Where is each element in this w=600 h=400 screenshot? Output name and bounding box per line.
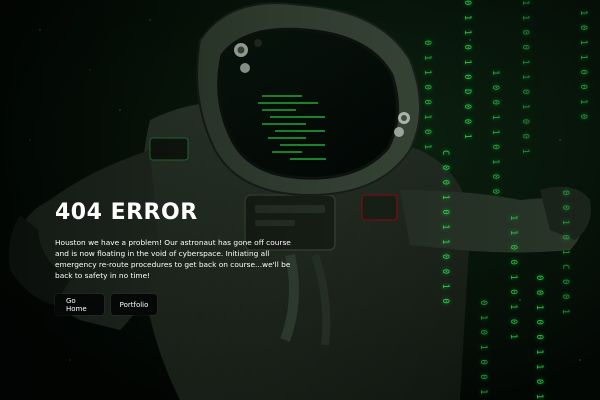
matrix-column: C 0 0 1 0 1 1 0 0 1 0 bbox=[440, 150, 450, 306]
matrix-column: 0 1 0 1 0 0 1 1 bbox=[478, 300, 488, 400]
error-message: Houston we have a problem! Our astronaut… bbox=[55, 238, 291, 280]
go-home-button[interactable]: Go Home bbox=[55, 294, 104, 315]
matrix-column: 1 0 1 1 0 0 1 0 bbox=[578, 10, 588, 122]
matrix-column: 1 0 0 1 1 0 1 0 0 bbox=[490, 70, 500, 197]
matrix-column: 0 1 1 0 0 1 0 1 bbox=[422, 40, 432, 152]
matrix-column: 1 1 0 0 1 1 0 1 0 0 1 bbox=[520, 0, 530, 156]
matrix-column: 0 0 1 0 1 C 0 0 1 bbox=[560, 190, 570, 317]
error-page: 0 1 1 0 1 0 D 0 0 1 1 0 0 1 1 0 1 0 0 0 … bbox=[0, 0, 600, 400]
matrix-column: 1 1 0 0 1 0 1 0 1 bbox=[508, 215, 518, 342]
portfolio-button[interactable]: Portfolio bbox=[111, 294, 157, 315]
error-title: 404 ERROR bbox=[55, 200, 198, 225]
matrix-column: 0 0 1 0 0 1 1 0 1 0 bbox=[534, 275, 544, 400]
matrix-column: 0 1 1 0 1 0 D 0 0 1 bbox=[462, 0, 472, 141]
error-content: 404 ERROR Houston we have a problem! Our… bbox=[55, 200, 300, 281]
action-buttons: Go Home Portfolio bbox=[55, 294, 157, 315]
